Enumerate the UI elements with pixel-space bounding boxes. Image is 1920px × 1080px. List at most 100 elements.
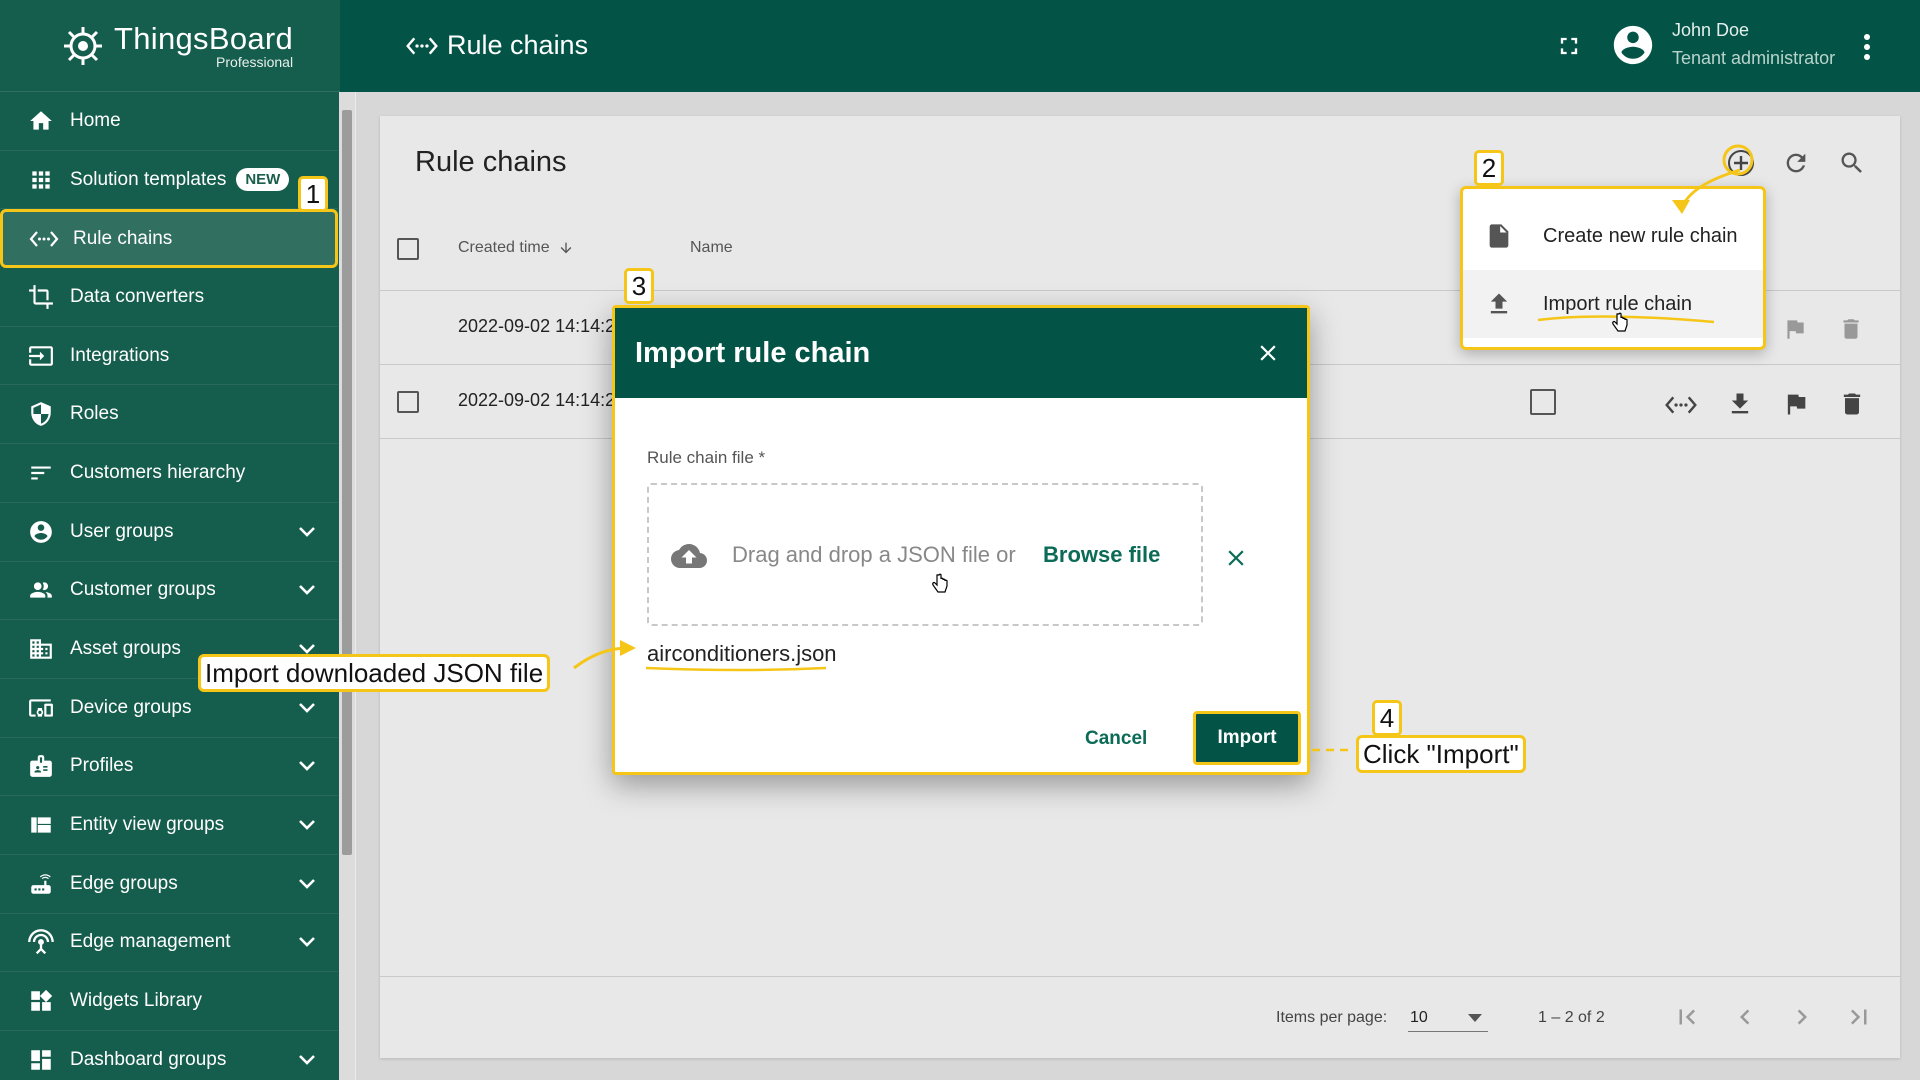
sidebar-item-edge-groups[interactable]: Edge groups bbox=[0, 855, 338, 914]
sidebar-item-label: Customer groups bbox=[70, 579, 216, 601]
page-title: Rule chains bbox=[405, 30, 588, 61]
chevron-down-icon bbox=[299, 937, 315, 948]
previous-page-icon[interactable] bbox=[1730, 1002, 1760, 1032]
selected-file-name: airconditioners.json bbox=[647, 641, 837, 666]
chevron-down-icon bbox=[299, 878, 315, 889]
dropzone-text: Drag and drop a JSON file or bbox=[732, 542, 1016, 567]
last-page-icon[interactable] bbox=[1844, 1002, 1874, 1032]
root-checkbox[interactable] bbox=[1530, 389, 1556, 415]
items-per-page-label: Items per page: bbox=[1276, 1009, 1388, 1026]
column-header-created-time[interactable]: Created time bbox=[458, 239, 574, 257]
new-badge: NEW bbox=[236, 168, 290, 192]
click-import-note: Click "Import" bbox=[1356, 735, 1526, 773]
sidebar-item-roles[interactable]: Roles bbox=[0, 385, 338, 445]
next-page-icon[interactable] bbox=[1787, 1002, 1817, 1032]
chevron-down-icon bbox=[299, 702, 315, 713]
sidebar-item-label: Rule chains bbox=[73, 227, 173, 249]
close-icon[interactable] bbox=[1255, 340, 1281, 366]
flag-icon[interactable] bbox=[1782, 390, 1810, 418]
arrow-down-icon bbox=[560, 242, 571, 254]
apps-grid-icon bbox=[26, 165, 56, 195]
sidebar-item-entity-view-groups[interactable]: Entity view groups bbox=[0, 796, 338, 855]
sidebar-item-dashboard-groups[interactable]: Dashboard groups bbox=[0, 1031, 338, 1080]
sidebar-item-rule-chains[interactable]: Rule chains bbox=[0, 209, 338, 269]
dropdown-arrow-icon bbox=[1468, 1014, 1482, 1022]
column-header-name[interactable]: Name bbox=[690, 239, 733, 257]
logo-sub: Professional bbox=[216, 54, 294, 70]
rule-chain-file-label: Rule chain file * bbox=[647, 448, 766, 467]
sidebar-scrollbar[interactable] bbox=[339, 92, 355, 1080]
sidebar-item-profiles[interactable]: Profiles bbox=[0, 738, 338, 797]
code-arrows-icon bbox=[29, 224, 59, 254]
input-icon bbox=[26, 341, 56, 371]
step-4-marker: 4 bbox=[1372, 700, 1402, 736]
user-role: Tenant administrator bbox=[1672, 48, 1836, 68]
view-quilt-icon bbox=[26, 810, 56, 840]
search-icon[interactable] bbox=[1838, 149, 1866, 177]
sidebar-item-integrations[interactable]: Integrations bbox=[0, 327, 338, 386]
scrollbar-thumb[interactable] bbox=[342, 110, 352, 855]
sidebar-item-label: Profiles bbox=[70, 755, 134, 777]
sidebar-item-label: Edge groups bbox=[70, 872, 178, 894]
select-all-checkbox[interactable] bbox=[397, 238, 419, 260]
code-arrows-icon bbox=[406, 37, 438, 54]
refresh-icon[interactable] bbox=[1782, 149, 1810, 177]
sidebar-item-label: Entity view groups bbox=[70, 814, 225, 836]
sidebar-item-label: Roles bbox=[70, 403, 119, 425]
chevron-down-icon bbox=[299, 526, 315, 537]
code-arrows-icon[interactable] bbox=[1664, 394, 1698, 416]
chevron-down-icon bbox=[299, 820, 315, 830]
cancel-button[interactable]: Cancel bbox=[1085, 728, 1147, 750]
items-per-page-select[interactable]: 10 bbox=[1408, 1002, 1488, 1032]
delete-icon[interactable] bbox=[1838, 316, 1864, 342]
sidebar-item-label: Home bbox=[70, 109, 121, 131]
sidebar-item-widgets-library[interactable]: Widgets Library bbox=[0, 972, 338, 1031]
delete-icon[interactable] bbox=[1838, 390, 1866, 418]
settings-input-antenna-icon bbox=[26, 927, 56, 957]
domain-icon bbox=[26, 634, 56, 664]
add-icon[interactable] bbox=[1726, 148, 1756, 178]
sidebar: ThingsBoard Professional Home Solution t… bbox=[0, 0, 340, 1080]
import-file-note: Import downloaded JSON file bbox=[198, 654, 551, 692]
home-icon bbox=[26, 106, 56, 136]
step-1-marker: 1 bbox=[298, 176, 328, 212]
row-created-time: 2022-09-02 14:14:2 bbox=[458, 390, 616, 410]
sidebar-item-customers-hierarchy[interactable]: Customers hierarchy bbox=[0, 444, 338, 503]
menu-item-label: Create new rule chain bbox=[1543, 224, 1738, 247]
import-rule-chain-dialog: Import rule chain Rule chain file * Drag… bbox=[612, 305, 1310, 775]
sidebar-item-data-converters[interactable]: Data converters bbox=[0, 268, 338, 327]
logo[interactable]: ThingsBoard Professional bbox=[0, 0, 340, 92]
menu-item-create-new-rule-chain[interactable]: Create new rule chain bbox=[1463, 202, 1763, 270]
account-circle-icon bbox=[26, 517, 56, 547]
badge-icon bbox=[26, 751, 56, 781]
first-page-icon[interactable] bbox=[1672, 1002, 1702, 1032]
column-label: Created time bbox=[458, 239, 550, 256]
avatar[interactable] bbox=[1610, 22, 1656, 68]
flag-icon[interactable] bbox=[1782, 316, 1808, 342]
sidebar-item-edge-management[interactable]: Edge management bbox=[0, 914, 338, 973]
row-checkbox[interactable] bbox=[397, 391, 419, 413]
more-vert-icon[interactable] bbox=[1862, 34, 1872, 60]
pager-range: 1 – 2 of 2 bbox=[1538, 1009, 1605, 1026]
file-dropzone[interactable]: Drag and drop a JSON file or Browse file bbox=[647, 483, 1203, 626]
sidebar-item-label: User groups bbox=[70, 520, 174, 542]
devices-icon bbox=[26, 693, 56, 723]
sidebar-item-home[interactable]: Home bbox=[0, 92, 338, 151]
dashboard-icon bbox=[26, 1045, 56, 1075]
import-button[interactable]: Import bbox=[1193, 711, 1301, 765]
logo-name: ThingsBoard bbox=[114, 21, 294, 56]
widgets-icon bbox=[26, 986, 56, 1016]
sidebar-item-user-groups[interactable]: User groups bbox=[0, 503, 338, 562]
sidebar-item-solution-templates[interactable]: Solution templates NEW bbox=[0, 151, 338, 210]
sidebar-item-label: Data converters bbox=[70, 285, 205, 307]
hand-cursor-icon bbox=[932, 573, 948, 593]
clear-file-icon[interactable] bbox=[1223, 545, 1249, 571]
chevron-down-icon bbox=[299, 761, 315, 772]
sidebar-item-customer-groups[interactable]: Customer groups bbox=[0, 562, 338, 621]
browse-file-link[interactable]: Browse file bbox=[1043, 542, 1160, 568]
people-icon bbox=[26, 575, 56, 605]
download-icon[interactable] bbox=[1726, 390, 1754, 418]
fullscreen-icon[interactable] bbox=[1555, 32, 1583, 60]
shield-icon bbox=[26, 399, 56, 429]
file-icon bbox=[1485, 221, 1525, 251]
